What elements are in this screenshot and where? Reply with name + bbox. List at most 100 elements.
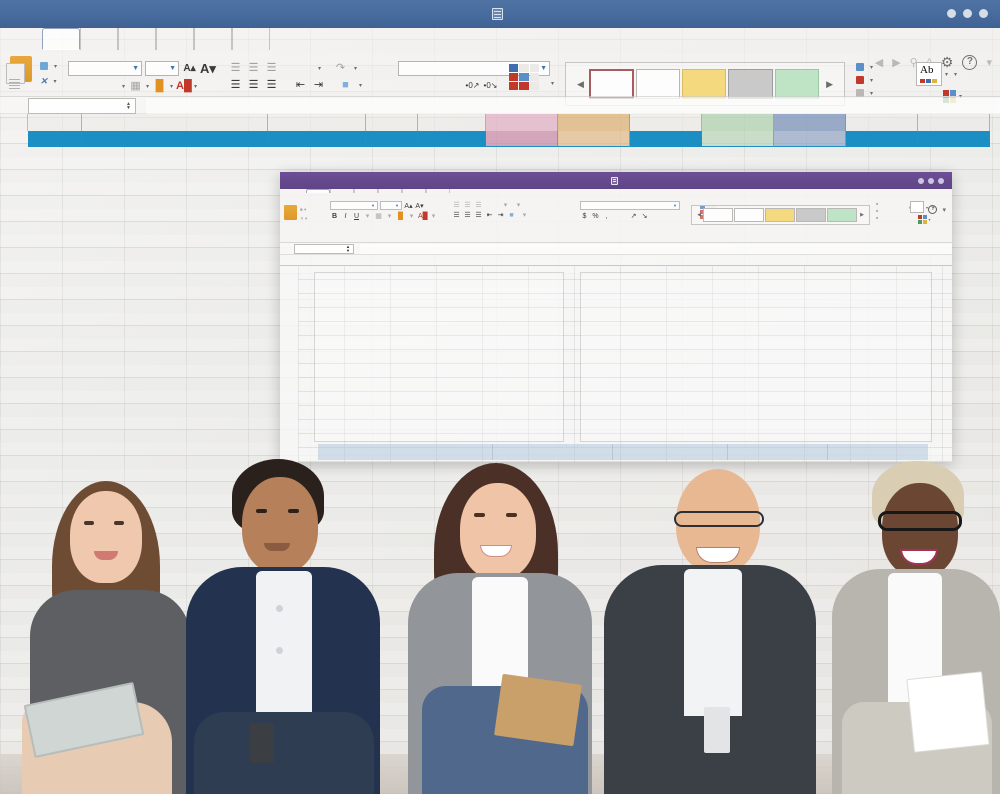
increase-decimal-icon[interactable]: ↗	[629, 212, 638, 220]
merge-icon[interactable]: ■	[507, 212, 516, 219]
inner-tab-insert[interactable]	[354, 189, 378, 193]
increase-decimal-icon[interactable]: •0↗	[465, 79, 480, 93]
chevron-down-icon[interactable]: ▾	[318, 65, 321, 72]
chevron-down-icon[interactable]: ▼	[132, 65, 139, 72]
underline-button[interactable]: U	[352, 213, 361, 220]
percent-format-icon[interactable]: %	[591, 213, 600, 220]
window-control-dot[interactable]	[979, 9, 988, 18]
tab-charts[interactable]	[194, 28, 232, 50]
align-top-icon[interactable]: ☰	[452, 201, 461, 209]
chevron-down-icon[interactable]: ▾	[551, 80, 554, 87]
align-left-icon[interactable]: ☰	[228, 78, 243, 92]
tab-view[interactable]	[232, 28, 270, 50]
bold-button[interactable]: B	[330, 213, 339, 220]
align-top-icon[interactable]: ☰	[228, 61, 243, 75]
inner-font-size-combo[interactable]: ▼	[380, 201, 402, 210]
paste-icon[interactable]	[284, 205, 297, 220]
wrap-text-icon[interactable]: ↷	[333, 61, 348, 75]
align-middle-icon[interactable]: ☰	[246, 61, 261, 75]
inner-number-format-combo[interactable]: ▼	[580, 201, 680, 210]
column-header-j[interactable]	[774, 114, 846, 131]
formula-input[interactable]	[146, 97, 1000, 114]
align-bottom-icon[interactable]: ☰	[474, 201, 483, 209]
delete-cells-button[interactable]: ■	[876, 208, 910, 213]
column-header-i[interactable]	[702, 114, 774, 131]
tab-tables[interactable]	[156, 28, 194, 50]
select-all-corner[interactable]	[0, 114, 28, 131]
pie-chart[interactable]	[314, 272, 564, 442]
chevron-down-icon[interactable]: ▾	[514, 201, 523, 209]
fill-button[interactable]: ■ ▾	[300, 207, 307, 213]
format-cells-button[interactable]: ■	[876, 215, 910, 220]
style-neutral[interactable]	[682, 69, 727, 99]
currency-format-icon[interactable]: $	[580, 213, 589, 220]
inner-tab-layout[interactable]	[330, 189, 354, 193]
bar-chart[interactable]	[580, 272, 932, 442]
font-size-combo[interactable]: ▼	[145, 61, 179, 76]
column-header-d[interactable]	[366, 114, 418, 131]
column-header-a[interactable]	[28, 114, 82, 131]
styles-prev-arrow-icon[interactable]: ◀	[695, 212, 703, 218]
align-right-icon[interactable]: ☰	[264, 78, 279, 92]
chevron-down-icon[interactable]: ▾	[520, 211, 529, 219]
insert-cells-button[interactable]: ■	[876, 201, 910, 206]
fill-color-icon[interactable]: █	[396, 213, 405, 220]
align-bottom-icon[interactable]: ☰	[264, 61, 279, 75]
styles-prev-arrow-icon[interactable]: ◀	[572, 79, 589, 90]
delete-cells-button[interactable]: ▾	[856, 76, 873, 84]
theme-colors-icon[interactable]	[918, 215, 927, 224]
inner-style-neutral[interactable]	[765, 208, 796, 222]
align-middle-icon[interactable]: ☰	[463, 201, 472, 209]
inner-window-controls[interactable]	[918, 178, 944, 184]
window-control-dot[interactable]	[963, 9, 972, 18]
align-center-icon[interactable]: ☰	[463, 211, 472, 219]
column-header-g[interactable]	[558, 114, 630, 131]
column-header-b[interactable]	[82, 114, 268, 131]
chevron-down-icon[interactable]: ▾	[194, 83, 197, 90]
align-center-icon[interactable]: ☰	[246, 78, 261, 92]
column-header-k[interactable]	[846, 114, 918, 131]
inner-tab-tables[interactable]	[378, 189, 402, 193]
chevron-down-icon[interactable]: ▾	[945, 71, 948, 78]
window-control-dot[interactable]	[928, 178, 934, 184]
inner-font-name-combo[interactable]: ▼	[330, 201, 378, 210]
chevron-down-icon[interactable]: ▾	[429, 212, 438, 220]
inner-style-calculation[interactable]	[796, 208, 827, 222]
increase-indent-icon[interactable]: ⇥	[496, 211, 505, 219]
inner-style-percent-2[interactable]	[734, 208, 765, 222]
column-header-h[interactable]	[630, 114, 702, 131]
window-control-dot[interactable]	[947, 9, 956, 18]
window-controls[interactable]	[947, 9, 988, 18]
styles-next-arrow-icon[interactable]: ▶	[858, 212, 866, 218]
themes-button[interactable]: Ab	[916, 62, 942, 86]
chevron-down-icon[interactable]: ▾	[407, 212, 416, 220]
align-left-icon[interactable]: ☰	[452, 211, 461, 219]
chevron-down-icon[interactable]: ▾	[122, 83, 125, 90]
column-header-e[interactable]	[418, 114, 486, 131]
window-control-dot[interactable]	[918, 178, 924, 184]
increase-indent-icon[interactable]: ⇥	[311, 78, 326, 92]
inner-style-check[interactable]	[827, 208, 858, 222]
styles-next-arrow-icon[interactable]: ▶	[821, 79, 838, 90]
inner-name-box[interactable]: ▲ ▼	[294, 243, 354, 254]
style-check[interactable]	[774, 69, 820, 99]
chevron-down-icon[interactable]: ▾	[363, 212, 372, 220]
inner-tab-file[interactable]	[306, 189, 330, 193]
name-box-stepper-icon[interactable]: ▲ ▼	[126, 101, 131, 110]
clear-button[interactable]: ✕ ▾	[300, 216, 307, 222]
chevron-down-icon[interactable]: ▾	[870, 77, 873, 84]
chevron-down-icon[interactable]: ▾	[385, 212, 394, 220]
borders-icon[interactable]: ▦	[128, 79, 143, 93]
decrease-indent-icon[interactable]: ⇤	[485, 211, 494, 219]
inner-themes-button[interactable]	[910, 201, 924, 213]
chevron-down-icon[interactable]: ▾	[954, 71, 957, 78]
shrink-font-icon[interactable]: A▾	[200, 61, 216, 76]
decrease-decimal-icon[interactable]: •0↘	[483, 79, 498, 93]
column-header-c[interactable]	[268, 114, 366, 131]
insert-cells-button[interactable]: ▾	[856, 63, 873, 71]
chevron-down-icon[interactable]: ▾	[870, 64, 873, 71]
chevron-down-icon[interactable]: ▾	[359, 82, 362, 89]
inner-name-box-stepper-icon[interactable]: ▲ ▼	[346, 244, 350, 253]
tab-file[interactable]	[42, 28, 80, 50]
chevron-down-icon[interactable]: ▼	[169, 65, 176, 72]
